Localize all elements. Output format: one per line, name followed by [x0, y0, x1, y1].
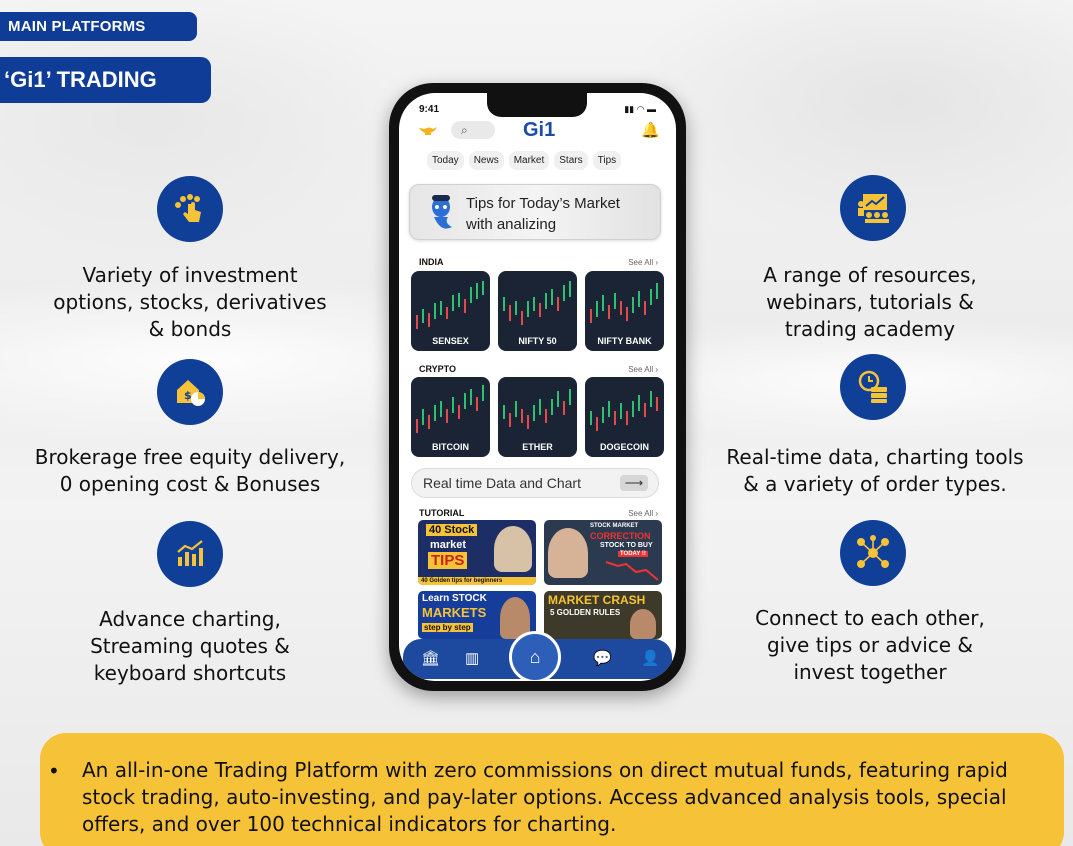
realtime-button-label: Real time Data and Chart	[423, 475, 581, 491]
dogecoin-card[interactable]: DOGECOIN	[585, 377, 664, 457]
thumb-text: TIPS	[428, 552, 468, 569]
bank-icon[interactable]: 🏛	[421, 649, 440, 667]
india-see-all-link[interactable]: See All ›	[628, 258, 658, 267]
nifty50-card[interactable]: NIFTY 50	[498, 271, 577, 351]
ether-card[interactable]: ETHER	[498, 377, 577, 457]
realtime-data-icon	[840, 354, 906, 420]
phone-mockup: 9:41 ▮▮ ◠ ▬ ⌕ Gi1 🔔 Today News Market St…	[389, 83, 686, 691]
feature-resources: A range of resources, webinars, tutorial…	[763, 263, 977, 341]
home-icon[interactable]: ⌂	[509, 631, 561, 681]
card-label: ETHER	[522, 442, 553, 452]
presenter-image	[494, 526, 532, 572]
status-icons: ▮▮ ◠ ▬	[624, 104, 656, 114]
phone-notch	[487, 93, 587, 117]
presentation-icon	[840, 175, 906, 241]
tutorial-thumb-market-crash[interactable]: MARKET CRASH 5 GOLDEN RULES	[544, 591, 662, 639]
status-time: 9:41	[419, 104, 440, 115]
banner-text: Tips for Today’s Market with analizing	[466, 195, 620, 233]
network-people-icon	[840, 520, 906, 586]
bar-chart-icon	[157, 521, 223, 587]
svg-text:$: $	[184, 389, 192, 402]
thumb-text: market	[430, 539, 467, 551]
app-header: ⌕ Gi1 🔔	[399, 119, 676, 143]
hand-tap-icon	[157, 176, 223, 242]
search-icon: ⌕	[461, 122, 468, 137]
tips-banner[interactable]: Tips for Today’s Market with analizing	[409, 184, 661, 240]
bitcoin-card[interactable]: BITCOIN	[411, 377, 490, 457]
tutorial-thumb-40-tips[interactable]: 40 Stock market TIPS 40 Golden tips for …	[418, 520, 536, 585]
thumb-text: 5 GOLDEN RULES	[550, 608, 621, 617]
bottom-nav: 🏛 ▥ ⌂ 💬 👤	[403, 631, 672, 681]
down-trend-icon	[605, 561, 659, 581]
thumb-text: Learn STOCK	[422, 593, 487, 604]
arrow-right-icon: ⟶	[620, 475, 648, 491]
summary-text: An all-in-one Trading Platform with zero…	[82, 758, 1008, 836]
presenter-image	[630, 609, 656, 639]
thumb-text: 40 Stock	[426, 524, 478, 536]
app-screen: 9:41 ▮▮ ◠ ▬ ⌕ Gi1 🔔 Today News Market St…	[399, 93, 676, 681]
card-label: NIFTY 50	[518, 336, 557, 346]
tutorial-thumb-correction[interactable]: STOCK MARKET CORRECTION STOCK TO BUY TOD…	[544, 520, 662, 585]
presenter-image	[548, 528, 588, 578]
chat-icon[interactable]: 💬	[593, 649, 612, 667]
gi1-trading-tag: ‘Gi1’ TRADING	[0, 57, 211, 103]
thumb-text: step by step	[422, 623, 473, 632]
stats-icon[interactable]: ▥	[465, 649, 479, 667]
tab-today[interactable]: Today	[427, 151, 464, 170]
feature-realtime-data: Real-time data, charting tools & a varie…	[726, 445, 1024, 496]
genie-lamp-icon	[419, 127, 437, 135]
thumb-text: STOCK TO BUY	[600, 542, 653, 549]
feature-brokerage-free: Brokerage free equity delivery, 0 openin…	[34, 445, 346, 496]
feature-connect: Connect to each other, give tips or advi…	[755, 606, 985, 684]
thumb-text: MARKETS	[422, 605, 487, 620]
tutorial-see-all-link[interactable]: See All ›	[628, 509, 658, 518]
bullet-point: •	[48, 759, 60, 783]
main-platforms-tag: MAIN PLATFORMS	[0, 12, 197, 41]
sensex-card[interactable]: SENSEX	[411, 271, 490, 351]
tutorial-thumb-learn-markets[interactable]: Learn STOCK MARKETS step by step	[418, 591, 536, 639]
niftybank-card[interactable]: NIFTY BANK	[585, 271, 664, 351]
card-label: NIFTY BANK	[597, 336, 652, 346]
thumb-text: TODAY !!	[618, 551, 648, 557]
india-section-title: INDIA	[419, 257, 444, 267]
app-tabs: Today News Market Stars Tips	[427, 151, 622, 170]
thumb-text: MARKET CRASH	[548, 593, 646, 607]
card-label: DOGECOIN	[599, 442, 649, 452]
tab-news[interactable]: News	[468, 151, 504, 170]
card-label: BITCOIN	[432, 442, 469, 452]
thumb-text: STOCK MARKET	[590, 523, 639, 529]
tutorial-section-title: TUTORIAL	[419, 508, 465, 518]
crypto-see-all-link[interactable]: See All ›	[628, 365, 658, 374]
crypto-section-title: CRYPTO	[419, 364, 457, 374]
feature-investment-options: Variety of investment options, stocks, d…	[53, 263, 327, 341]
thumb-text: 40 Golden tips for beginners	[418, 577, 536, 585]
tab-tips[interactable]: Tips	[592, 151, 622, 170]
tab-stars[interactable]: Stars	[554, 151, 588, 170]
thumb-text: CORRECTION	[590, 531, 651, 541]
bell-icon[interactable]: 🔔	[641, 121, 660, 139]
card-label: SENSEX	[432, 336, 469, 346]
summary-box: • An all-in-one Trading Platform with ze…	[40, 733, 1064, 846]
app-logo: Gi1	[523, 119, 556, 141]
realtime-data-button[interactable]: Real time Data and Chart ⟶	[411, 468, 659, 498]
tab-market[interactable]: Market	[508, 151, 550, 170]
genie-icon	[432, 195, 452, 229]
profile-icon[interactable]: 👤	[641, 649, 660, 667]
feature-advance-charting: Advance charting, Streaming quotes & key…	[90, 607, 290, 685]
house-chart-icon: $	[157, 359, 223, 425]
search-button[interactable]: ⌕	[451, 121, 495, 139]
